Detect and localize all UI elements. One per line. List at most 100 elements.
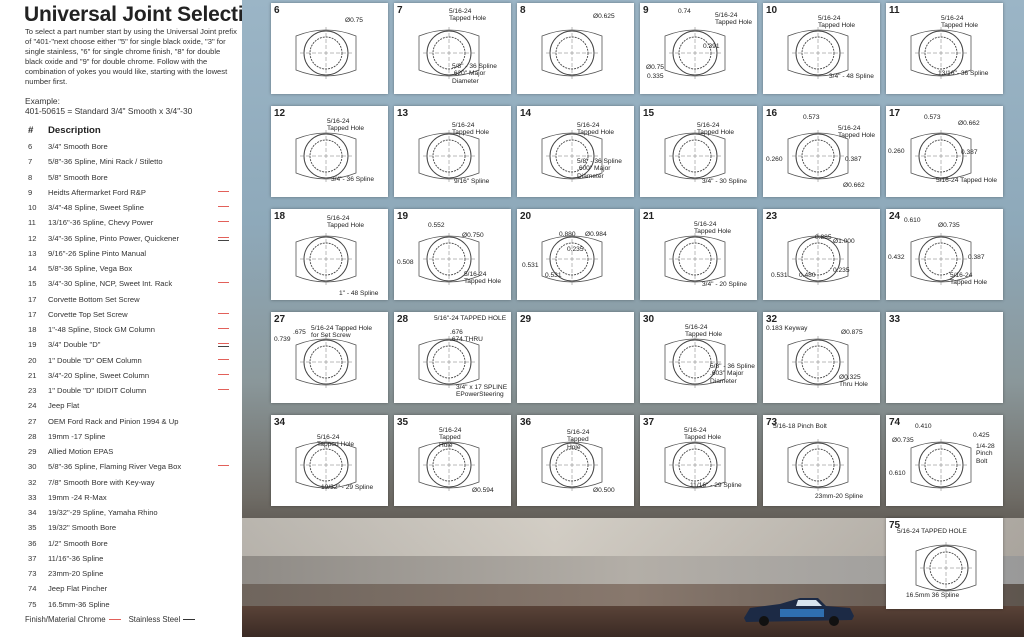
- yoke-diagram-card[interactable]: 6 Ø0.75: [271, 3, 388, 94]
- row-number: 33: [28, 492, 37, 502]
- row-description: 3/4" Double "D": [48, 340, 101, 350]
- row-number: 10: [28, 203, 37, 212]
- row-number: 23: [28, 386, 37, 395]
- dimension-label: 5/16-24 Tapped Hole: [697, 122, 735, 137]
- row-description: Corvette Top Set Screw: [48, 309, 128, 319]
- dimension-label: Ø1.000: [833, 238, 855, 245]
- row-number: 37: [28, 553, 37, 563]
- yoke-diagram-card[interactable]: 12 5/16-24 Tapped Hole 3/4"- 36 Spline: [271, 106, 388, 197]
- yoke-number: 34: [274, 417, 286, 428]
- dimension-label: 0.739: [274, 336, 291, 343]
- table-row: 14 5/8"-36 Spline, Vega Box: [28, 264, 238, 279]
- table-row: 30 5/8"-36 Spline, Flaming River Vega Box: [28, 462, 238, 477]
- finish-mark: [218, 328, 229, 329]
- row-description: 23mm-20 Spline: [48, 569, 104, 578]
- dimension-label: 5/16-24 Tapped Hole: [317, 434, 355, 449]
- dimension-label: 0.387: [968, 254, 985, 261]
- dimension-label: 5/16-24 Tapped Hole: [327, 215, 365, 230]
- yoke-drawing: [418, 233, 480, 285]
- yoke-diagram-card[interactable]: 8 Ø0.625: [517, 3, 634, 94]
- yoke-diagram-card[interactable]: 13 5/16-24 Tapped Hole 9/16" Spline: [394, 106, 511, 197]
- dimension-label: Ø0.625: [593, 13, 615, 20]
- yoke-number: 19: [397, 211, 409, 222]
- yoke-diagram-card[interactable]: 73 5/16-18 Pinch Bolt 23mm-20 Spline: [763, 415, 880, 506]
- yoke-diagram-card[interactable]: 11 5/16-24 Tapped Hole 13/16"- 36 Spline: [886, 3, 1003, 94]
- row-description: 3/4"-30 Spline, NCP, Sweet Int. Rack: [48, 279, 173, 289]
- yoke-number: 35: [397, 417, 409, 428]
- yoke-number: 16: [766, 108, 778, 119]
- dimension-label: 5/16-24 Tapped Hole: [838, 125, 876, 140]
- yoke-diagram-card[interactable]: 23 0.885 Ø1.000 0.235 0.531 0.480: [763, 209, 880, 300]
- yoke-diagram-card[interactable]: 20 0.880 Ø0.984 0.235 0.531 0.531: [517, 209, 634, 300]
- dimension-label: 5/16-24 Tapped Hole: [685, 324, 723, 339]
- yoke-diagram-card[interactable]: 14 5/16-24 Tapped Hole 5/8" - 36 Spline .600…: [517, 106, 634, 197]
- yoke-diagram-card[interactable]: 7 5/16-24 Tapped Hole 5/8" - 36 Spline .620"…: [394, 3, 511, 94]
- row-description: 13/16"-36 Spline, Chevy Power: [48, 218, 154, 228]
- yoke-diagram-card[interactable]: 74 0.410 Ø0.735 0.425 1/4-28 Pinch Bolt 0.610: [886, 415, 1003, 506]
- dimension-label: 0.335: [647, 73, 664, 80]
- yoke-diagram-card[interactable]: 34 5/16-24 Tapped Hole 19/32" - 29 Spline: [271, 415, 388, 506]
- row-description: 9/16"-26 Spline Pinto Manual: [48, 248, 147, 258]
- yoke-diagram-card[interactable]: 24 0.610 Ø0.735 0.432 0.387 5/16-24 Tapped Hol…: [886, 209, 1003, 300]
- table-row: 6 3/4" Smooth Bore: [28, 142, 238, 157]
- yoke-number: 24: [889, 211, 901, 222]
- yoke-diagram-card[interactable]: 36 5/16-24 Tapped Hole Ø0.500: [517, 415, 634, 506]
- row-number: 8: [28, 172, 33, 182]
- yoke-diagram-card[interactable]: 75 5/16-24 TAPPED HOLE 16.5mm 36 Spline: [886, 518, 1003, 609]
- yoke-number: 33: [889, 314, 901, 325]
- yoke-number: 29: [520, 314, 532, 325]
- yoke-diagram-card[interactable]: 29: [517, 312, 634, 403]
- table-row: 9 Heidts Aftermarket Ford R&P: [28, 188, 238, 203]
- yoke-diagram-card[interactable]: 15 5/16-24 Tapped Hole 3/4" - 30 Spline: [640, 106, 757, 197]
- dimension-label: Ø0.735: [892, 437, 914, 444]
- yoke-diagram-card[interactable]: 33: [886, 312, 1003, 403]
- legend-stainless-label: Stainless Steel: [128, 615, 181, 624]
- table-row: 34 19/32"-29 Spline, Yamaha Rhino: [28, 508, 238, 523]
- table-header-description: Description: [48, 125, 101, 136]
- finish-mark: [218, 358, 229, 360]
- yoke-diagram-card[interactable]: 30 5/16-24 Tapped Hole 5/8" - 36 Spline .603…: [640, 312, 757, 403]
- dimension-label: 1" - 48 Spline: [339, 290, 379, 297]
- dimension-label: Ø0.75: [345, 17, 363, 24]
- dimension-label: 5/16-24 Tapped Hole: [439, 427, 462, 449]
- dimension-label: Ø0.875: [841, 329, 863, 336]
- yoke-diagram-card[interactable]: 21 5/16-24 Tapped Hole 3/4" - 20 Spline: [640, 209, 757, 300]
- finish-mark: [218, 236, 229, 241]
- yoke-diagram-card[interactable]: 27 .675 5/16-24 Tapped Hole for Set Screw 0.…: [271, 312, 388, 403]
- finish-mark: [218, 190, 229, 192]
- row-description: 3/4" Smooth Bore: [48, 142, 108, 151]
- finish-mark: [218, 465, 229, 467]
- yoke-number: 37: [643, 417, 655, 428]
- yoke-diagram-card[interactable]: 16 0.573 5/16-24 Tapped Hole 0.260 0.387 Ø0.66…: [763, 106, 880, 197]
- yoke-diagram-card[interactable]: 37 5/16-24 Tapped Hole 11/16" - 29 Spline: [640, 415, 757, 506]
- finish-mark: [218, 312, 229, 314]
- dimension-label: 19/32" - 29 Spline: [321, 484, 374, 491]
- yoke-diagram-card[interactable]: 18 5/16-24 Tapped Hole 1" - 48 Spline: [271, 209, 388, 300]
- row-description: OEM Ford Rack and Pinion 1994 & Up: [48, 416, 179, 426]
- yoke-diagram-card[interactable]: 32 0.183 Keyway Ø0.875 Ø0.325 Thru Hole: [763, 312, 880, 403]
- table-header-number: #: [28, 125, 34, 136]
- example-value: 401-50615 = Standard 3/4" Smooth x 3/4"-…: [25, 106, 193, 116]
- yoke-number: 74: [889, 417, 901, 428]
- table-row: 8 5/8" Smooth Bore: [28, 173, 238, 188]
- yoke-diagram-card[interactable]: 17 0.573 Ø0.662 0.260 0.387 5/16-24 Tapped Ho…: [886, 106, 1003, 197]
- yoke-diagram-card[interactable]: 10 5/16-24 Tapped Hole 3/4" - 48 Spline: [763, 3, 880, 94]
- yoke-diagram-card[interactable]: 19 0.552 Ø0.750 0.508 5/16-24 Tapped Hole: [394, 209, 511, 300]
- race-track: [242, 606, 1024, 637]
- yoke-number: 32: [766, 314, 778, 325]
- dimension-label: 5/16-24 Tapped Hole for Set Screw: [311, 325, 373, 340]
- yoke-diagram-card[interactable]: 28 5/16"-24 TAPPED HOLE .676.674 THRU 3/4" …: [394, 312, 511, 403]
- yoke-number: 20: [520, 211, 532, 222]
- table-row: 33 19mm -24 R-Max: [28, 493, 238, 508]
- yoke-number: 14: [520, 108, 532, 119]
- table-row: 29 Allied Motion EPAS: [28, 447, 238, 462]
- row-number: 20: [28, 355, 37, 365]
- row-number: 14: [28, 264, 37, 273]
- yoke-drawing: [787, 233, 849, 285]
- yoke-number: 27: [274, 314, 286, 325]
- row-number: 17: [28, 294, 37, 304]
- yoke-diagram-card[interactable]: 9 0.74 5/16-24 Tapped Hole 0.391 Ø0.75 0.335: [640, 3, 757, 94]
- yoke-drawing: [541, 27, 603, 79]
- yoke-diagram-card[interactable]: 35 5/16-24 Tapped Hole Ø0.594: [394, 415, 511, 506]
- dimension-label: 5/16-24 Tapped Hole: [327, 118, 365, 133]
